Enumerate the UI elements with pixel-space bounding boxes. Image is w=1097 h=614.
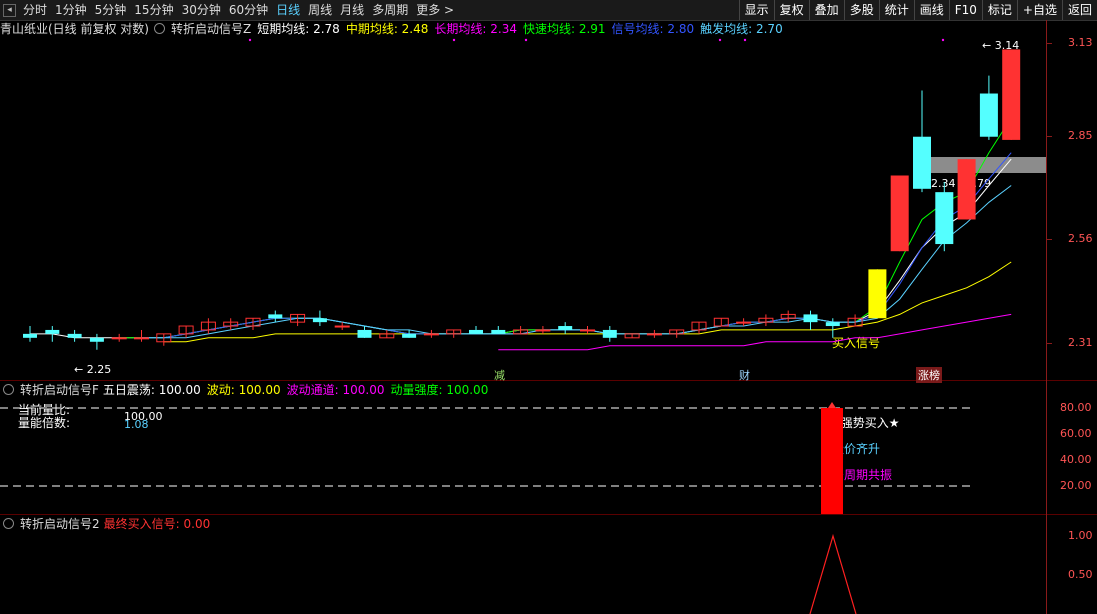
candle-body (535, 329, 551, 332)
candle-body (23, 333, 37, 338)
candle-body (423, 333, 439, 336)
signal-dot (941, 38, 945, 42)
candle-body (334, 325, 350, 328)
candle-body (357, 329, 372, 338)
kline-chart[interactable] (0, 0, 1097, 614)
signal-dot (743, 38, 747, 42)
candle-body (67, 333, 82, 338)
candle-body (957, 159, 976, 220)
ma-line (498, 313, 1012, 351)
candle-body (868, 269, 887, 319)
final-signal-spike (809, 533, 857, 614)
candle-body (1002, 49, 1021, 140)
candle-body (825, 322, 840, 327)
candle-body (312, 318, 327, 323)
candle-body (890, 175, 909, 252)
signal-dot (248, 38, 252, 42)
candle-body (491, 329, 506, 334)
bar-marker (828, 402, 836, 408)
candle-body (111, 337, 127, 340)
candle-body (580, 329, 595, 332)
candle-body (646, 333, 662, 336)
candle-body (268, 314, 283, 319)
candle-body (935, 192, 954, 245)
candle-body (736, 321, 752, 324)
signal-dot (718, 38, 722, 42)
signal-dot (524, 38, 528, 42)
candle-body (979, 93, 998, 137)
candle-body (402, 333, 417, 338)
candle-body (558, 326, 573, 330)
candle-body (89, 337, 104, 342)
candle-body (602, 329, 617, 338)
strong-buy-bar (821, 408, 843, 514)
ma-line (30, 158, 1012, 339)
candle-body (803, 314, 818, 323)
candle-body (469, 329, 483, 334)
candle-body (134, 337, 149, 340)
signal-dot (452, 38, 456, 42)
candle-body (45, 329, 60, 334)
candle-body (913, 136, 931, 189)
range-box (930, 157, 1046, 173)
